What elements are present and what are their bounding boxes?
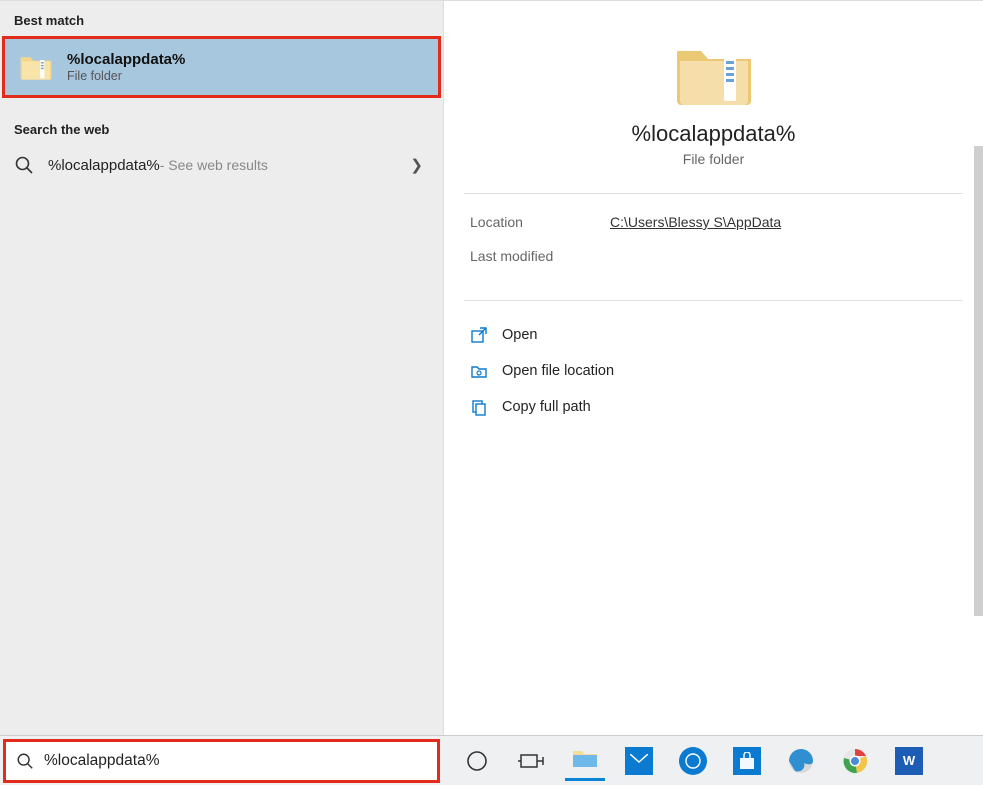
cortana-button[interactable] bbox=[457, 741, 497, 781]
copy-icon bbox=[470, 398, 488, 416]
folder-location-icon bbox=[470, 362, 488, 380]
folder-icon bbox=[674, 41, 754, 109]
file-explorer-button[interactable] bbox=[565, 741, 605, 781]
search-web-header: Search the web bbox=[0, 110, 443, 145]
store-icon bbox=[733, 747, 761, 775]
preview-title: %localappdata% bbox=[444, 121, 983, 147]
best-match-subtitle: File folder bbox=[67, 69, 185, 83]
location-label: Location bbox=[470, 214, 610, 230]
dell-button[interactable] bbox=[673, 741, 713, 781]
best-match-text: %localappdata% File folder bbox=[67, 51, 185, 83]
open-file-location-label: Open file location bbox=[502, 363, 614, 379]
preview-panel: %localappdata% File folder Location C:\U… bbox=[443, 1, 983, 735]
task-view-button[interactable] bbox=[511, 741, 551, 781]
chevron-right-icon: ❯ bbox=[410, 156, 423, 174]
scrollbar[interactable] bbox=[974, 146, 983, 616]
word-button[interactable]: W bbox=[889, 741, 929, 781]
cortana-icon bbox=[466, 750, 488, 772]
location-value[interactable]: C:\Users\Blessy S\AppData bbox=[610, 214, 781, 230]
last-modified-label: Last modified bbox=[470, 248, 610, 264]
search-icon bbox=[14, 155, 34, 175]
preview-subtitle: File folder bbox=[444, 151, 983, 167]
mail-button[interactable] bbox=[619, 741, 659, 781]
dell-icon bbox=[679, 747, 707, 775]
chrome-icon bbox=[842, 748, 868, 774]
open-action[interactable]: Open bbox=[464, 317, 963, 353]
search-input[interactable] bbox=[44, 752, 427, 770]
copy-full-path-action[interactable]: Copy full path bbox=[464, 389, 963, 425]
results-panel: Best match %localappdata% File folder Se… bbox=[0, 1, 443, 735]
web-result[interactable]: %localappdata% - See web results ❯ bbox=[0, 145, 443, 185]
mail-icon bbox=[625, 747, 653, 775]
search-icon bbox=[16, 752, 34, 770]
best-match-header: Best match bbox=[0, 1, 443, 36]
details-section: Location C:\Users\Blessy S\AppData Last … bbox=[444, 194, 983, 300]
web-result-label: %localappdata% bbox=[48, 157, 160, 174]
edge-icon bbox=[788, 748, 814, 774]
open-icon bbox=[470, 326, 488, 344]
actions-section: Open Open file location Copy full path bbox=[444, 301, 983, 441]
taskbar: W bbox=[0, 735, 983, 785]
search-box[interactable] bbox=[3, 739, 440, 783]
copy-full-path-label: Copy full path bbox=[502, 399, 591, 415]
chrome-button[interactable] bbox=[835, 741, 875, 781]
open-label: Open bbox=[502, 327, 537, 343]
open-file-location-action[interactable]: Open file location bbox=[464, 353, 963, 389]
best-match-title: %localappdata% bbox=[67, 51, 185, 68]
store-button[interactable] bbox=[727, 741, 767, 781]
folder-icon bbox=[19, 53, 53, 81]
task-view-icon bbox=[518, 751, 544, 771]
word-icon: W bbox=[895, 747, 923, 775]
web-result-sub: - See web results bbox=[160, 157, 268, 173]
best-match-result[interactable]: %localappdata% File folder bbox=[2, 36, 441, 98]
edge-button[interactable] bbox=[781, 741, 821, 781]
file-explorer-icon bbox=[572, 747, 598, 769]
